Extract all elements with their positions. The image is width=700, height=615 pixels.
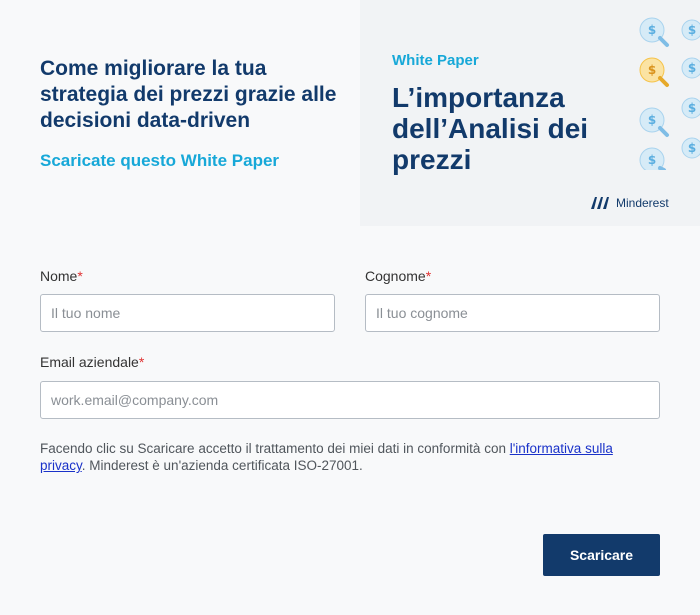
- brand-logo: Minderest: [590, 196, 669, 210]
- svg-text:$: $: [648, 153, 656, 167]
- first-name-label-text: Nome: [40, 268, 78, 284]
- svg-text:$: $: [688, 61, 696, 75]
- first-name-input[interactable]: [40, 294, 335, 332]
- svg-text:$: $: [688, 141, 696, 155]
- brand-name: Minderest: [616, 196, 669, 210]
- required-mark: *: [138, 354, 145, 370]
- cover-title: L’importanza dell’Analisi dei prezzi: [392, 82, 589, 175]
- last-name-input[interactable]: [365, 294, 660, 332]
- svg-text:$: $: [648, 23, 656, 37]
- svg-text:$: $: [648, 113, 656, 127]
- required-mark: *: [425, 268, 432, 284]
- last-name-label-text: Cognome: [365, 268, 426, 284]
- minderest-logo-icon: [591, 197, 609, 209]
- email-label-text: Email aziendale: [40, 354, 139, 370]
- last-name-label: Cognome*: [365, 268, 431, 284]
- page-title: Come migliorare la tua strategia dei pre…: [40, 57, 337, 132]
- consent-suffix: . Minderest è un'azienda certificata ISO…: [81, 458, 363, 473]
- email-field[interactable]: [40, 381, 660, 419]
- svg-text:$: $: [648, 63, 656, 77]
- email-label: Email aziendale*: [40, 354, 144, 370]
- consent-text: Facendo clic su Scaricare accetto il tra…: [40, 440, 660, 474]
- required-mark: *: [77, 268, 83, 284]
- svg-text:$: $: [688, 23, 696, 37]
- consent-prefix: Facendo clic su Scaricare accetto il tra…: [40, 441, 510, 456]
- svg-text:$: $: [688, 101, 696, 115]
- cover-label: White Paper: [392, 52, 479, 69]
- page-subtitle: Scaricate questo White Paper: [40, 151, 280, 170]
- download-button[interactable]: Scaricare: [543, 534, 660, 576]
- white-paper-cover: $ $ $ $ $ $ $ $ White Paper L’importanza…: [360, 0, 700, 226]
- first-name-label: Nome*: [40, 268, 83, 284]
